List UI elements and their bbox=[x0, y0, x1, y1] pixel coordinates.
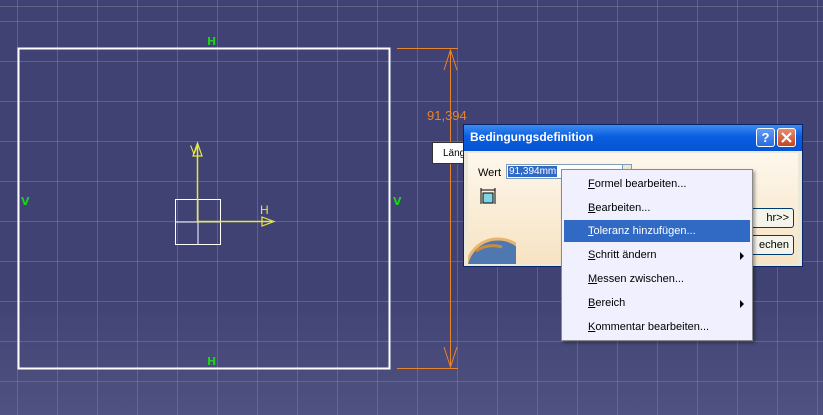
menu-item-messen-zwischen[interactable]: Messen zwischen... bbox=[564, 268, 750, 290]
dimension-value-label[interactable]: 91,394 bbox=[427, 108, 467, 123]
cancel-button[interactable]: echen bbox=[750, 235, 794, 255]
constraint-h-bottom[interactable]: H bbox=[207, 355, 216, 368]
more-button[interactable]: hr>> bbox=[750, 208, 794, 228]
menu-item-toleranz-hinzufuegen[interactable]: Toleranz hinzufügen... bbox=[564, 220, 750, 242]
globe-icon bbox=[468, 237, 516, 264]
constraint-v-left[interactable]: V bbox=[21, 195, 30, 208]
close-x-icon bbox=[781, 132, 792, 143]
context-menu[interactable]: Formel bearbeiten... Bearbeiten... Toler… bbox=[561, 169, 753, 341]
constraint-h-top[interactable]: H bbox=[207, 35, 216, 48]
dialog-title: Bedingungsdefinition bbox=[470, 130, 594, 144]
length-dimension-icon bbox=[480, 188, 496, 204]
menu-item-bereich[interactable]: Bereich bbox=[564, 292, 750, 314]
constraint-v-right[interactable]: V bbox=[393, 195, 402, 208]
wert-input-value: 91,394mm bbox=[508, 166, 558, 177]
dialog-titlebar[interactable]: Bedingungsdefinition ? bbox=[464, 125, 802, 151]
sketch-rectangle[interactable] bbox=[17, 47, 391, 370]
wert-label: Wert bbox=[478, 167, 502, 179]
v-axis-label: V bbox=[190, 143, 199, 157]
close-button[interactable] bbox=[777, 128, 796, 147]
menu-item-schritt-aendern[interactable]: Schritt ändern bbox=[564, 244, 750, 266]
submenu-arrow-icon bbox=[740, 252, 744, 260]
menu-item-formel-bearbeiten[interactable]: Formel bearbeiten... bbox=[564, 173, 750, 195]
question-mark-icon: ? bbox=[761, 130, 770, 145]
h-axis-label: H bbox=[260, 203, 269, 217]
submenu-arrow-icon bbox=[740, 300, 744, 308]
tooltip-text: Läng bbox=[443, 148, 466, 159]
menu-item-kommentar-bearbeiten[interactable]: Kommentar bearbeiten... bbox=[564, 316, 750, 338]
menu-item-bearbeiten[interactable]: Bearbeiten... bbox=[564, 197, 750, 219]
help-button[interactable]: ? bbox=[756, 128, 775, 147]
